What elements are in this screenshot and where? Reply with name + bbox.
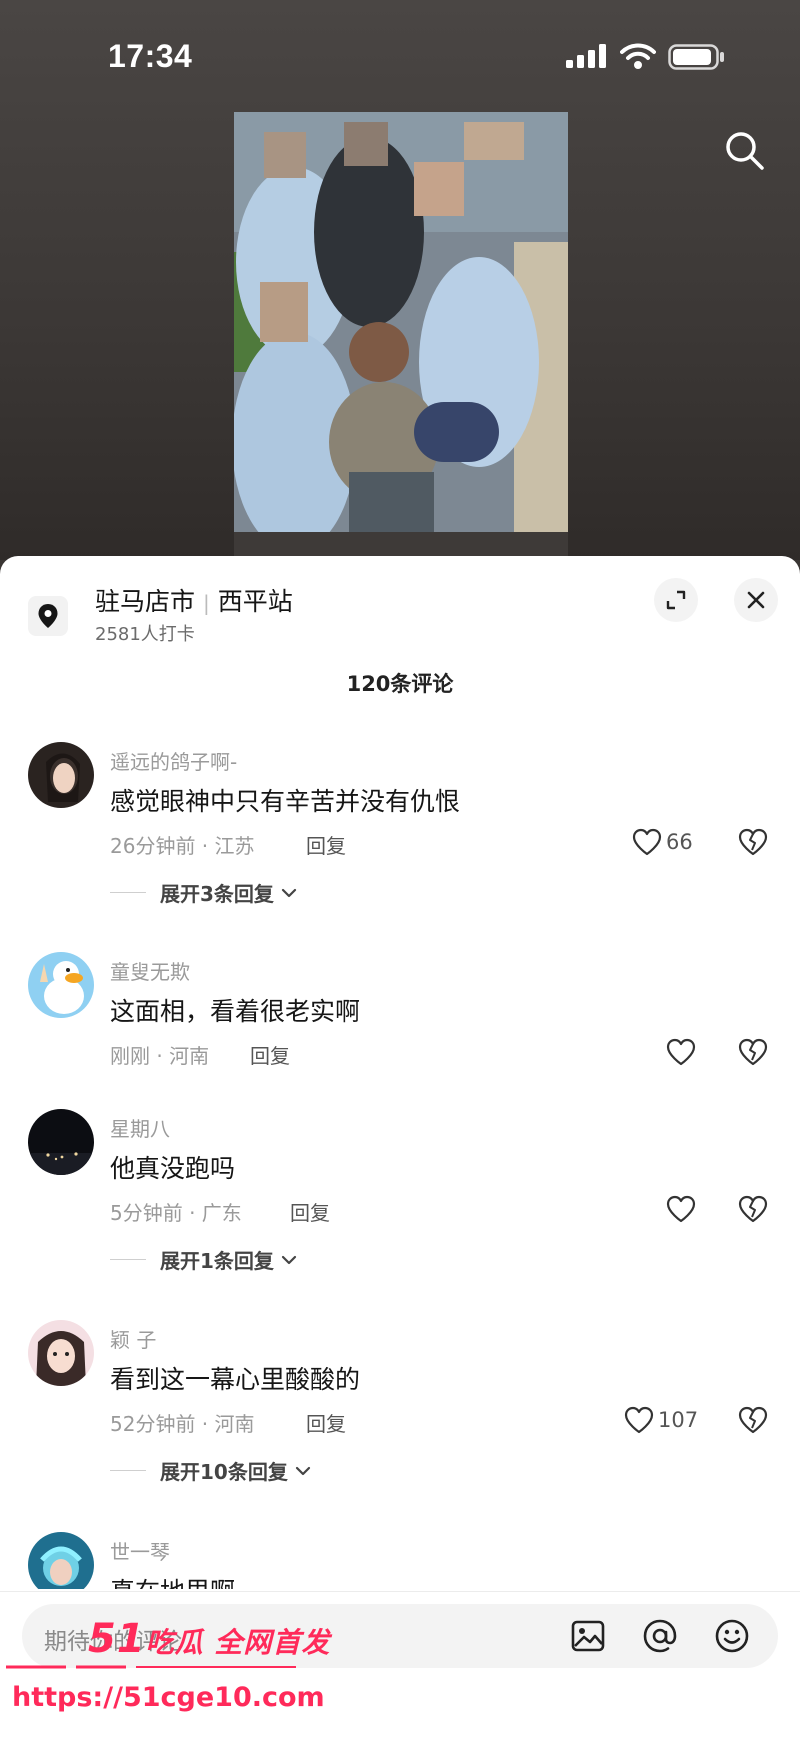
expand-replies-button[interactable]: 展开1条回复 bbox=[110, 1245, 298, 1274]
like-count: 107 bbox=[658, 1408, 699, 1432]
location-place: 西平站 bbox=[217, 587, 293, 616]
comment-username[interactable]: 世一琴 bbox=[110, 1536, 170, 1565]
expand-icon bbox=[666, 590, 686, 610]
battery-icon bbox=[668, 44, 724, 70]
expand-replies-label: 展开3条回复 bbox=[160, 882, 274, 906]
expand-replies-button[interactable]: 展开3条回复 bbox=[110, 878, 298, 907]
chevron-down-icon bbox=[295, 1466, 310, 1475]
expand-replies-label: 展开1条回复 bbox=[160, 1249, 274, 1273]
like-button[interactable]: 107 bbox=[624, 1406, 698, 1434]
comment-username[interactable]: 童叟无欺 bbox=[110, 956, 190, 985]
location-pin-icon bbox=[28, 596, 68, 636]
comment-item: 遥远的鸽子啊- 感觉眼神中只有辛苦并没有仇恨 26分钟前 · 江苏 回复 66 … bbox=[0, 742, 800, 932]
watermark-url: https://51cge10.com bbox=[12, 1682, 325, 1713]
video-thumbnail[interactable] bbox=[234, 112, 568, 560]
comment-meta: 26分钟前 · 江苏 bbox=[110, 834, 255, 858]
location-separator: | bbox=[203, 591, 210, 615]
expand-replies-line bbox=[110, 892, 146, 893]
broken-heart-icon[interactable] bbox=[738, 1038, 768, 1066]
comment-sheet: 驻马店市 | 西平站 2581人打卡 120条评论 遥远的鸽子啊- 感觉眼神中只有辛… bbox=[0, 556, 800, 1739]
comment-meta: 52分钟前 · 河南 bbox=[110, 1412, 255, 1436]
expand-replies-button[interactable]: 展开10条回复 bbox=[110, 1456, 312, 1485]
heart-icon bbox=[624, 1406, 654, 1434]
chevron-down-icon bbox=[281, 1255, 297, 1264]
comment-item: 颖 子 看到这一幕心里酸酸的 52分钟前 · 河南 回复 107 展开10条回复 bbox=[0, 1320, 800, 1510]
avatar[interactable] bbox=[28, 742, 94, 808]
broken-heart-icon[interactable] bbox=[738, 1406, 768, 1434]
comment-username[interactable]: 颖 子 bbox=[110, 1324, 156, 1353]
expand-replies-line bbox=[110, 1259, 146, 1260]
location-city: 驻马店市 bbox=[95, 587, 196, 616]
location-row[interactable]: 驻马店市 | 西平站 2581人打卡 bbox=[0, 556, 800, 652]
broken-heart-icon[interactable] bbox=[738, 1195, 768, 1223]
like-button[interactable] bbox=[666, 1038, 696, 1066]
avatar[interactable] bbox=[28, 952, 94, 1018]
comment-text: 感觉眼神中只有辛苦并没有仇恨 bbox=[110, 787, 461, 816]
comment-text: 看到这一幕心里酸酸的 bbox=[110, 1365, 361, 1394]
comment-item: 世一琴 真在地里啊 bbox=[0, 1532, 800, 1606]
at-icon[interactable] bbox=[642, 1618, 678, 1654]
location-title: 驻马店市 | 西平站 bbox=[95, 582, 293, 618]
reply-button[interactable]: 回复 bbox=[290, 1197, 330, 1226]
video-area[interactable]: 17:34 bbox=[0, 0, 800, 560]
search-icon[interactable] bbox=[724, 130, 766, 172]
watermark-brand: 51吃瓜 全网首发 bbox=[88, 1616, 330, 1662]
comment-meta: 5分钟前 · 广东 bbox=[110, 1201, 242, 1225]
status-bar: 17:34 bbox=[0, 0, 800, 110]
like-button[interactable]: 66 bbox=[632, 828, 693, 856]
reply-button[interactable]: 回复 bbox=[250, 1040, 290, 1069]
like-count: 66 bbox=[666, 830, 693, 854]
expand-replies-label: 展开10条回复 bbox=[160, 1460, 288, 1484]
watermark-brand-text: 吃瓜 全网首发 bbox=[145, 1626, 331, 1659]
comment-text: 这面相，看着很老实啊 bbox=[110, 997, 361, 1026]
comment-text: 他真没跑吗 bbox=[110, 1154, 236, 1183]
avatar[interactable] bbox=[28, 1320, 94, 1386]
comment-item: 童叟无欺 这面相，看着很老实啊 刚刚 · 河南 回复 bbox=[0, 952, 800, 1082]
heart-icon bbox=[632, 828, 662, 856]
reply-button[interactable]: 回复 bbox=[306, 830, 346, 859]
location-checkins: 2581人打卡 bbox=[95, 624, 195, 645]
close-icon bbox=[747, 591, 765, 609]
reply-button[interactable]: 回复 bbox=[306, 1408, 346, 1437]
heart-icon bbox=[666, 1195, 696, 1223]
expand-replies-line bbox=[110, 1470, 146, 1471]
emoji-icon[interactable] bbox=[714, 1618, 750, 1654]
broken-heart-icon[interactable] bbox=[738, 828, 768, 856]
like-button[interactable] bbox=[666, 1195, 696, 1223]
watermark-streak-icon bbox=[6, 1665, 296, 1669]
comment-username[interactable]: 星期八 bbox=[110, 1113, 170, 1142]
cellular-signal-icon bbox=[566, 44, 606, 68]
image-icon[interactable] bbox=[570, 1618, 606, 1654]
comment-item: 星期八 他真没跑吗 5分钟前 · 广东 回复 展开1条回复 bbox=[0, 1109, 800, 1289]
comment-meta: 刚刚 · 河南 bbox=[110, 1044, 210, 1068]
close-button[interactable] bbox=[734, 578, 778, 622]
expand-button[interactable] bbox=[654, 578, 698, 622]
watermark-brand-number: 51 bbox=[88, 1616, 146, 1662]
status-time: 17:34 bbox=[108, 38, 193, 74]
comment-count: 120条评论 bbox=[346, 672, 454, 696]
avatar[interactable] bbox=[28, 1109, 94, 1175]
heart-icon bbox=[666, 1038, 696, 1066]
wifi-icon bbox=[620, 43, 656, 69]
comment-username[interactable]: 遥远的鸽子啊- bbox=[110, 746, 237, 775]
chevron-down-icon bbox=[281, 888, 297, 897]
